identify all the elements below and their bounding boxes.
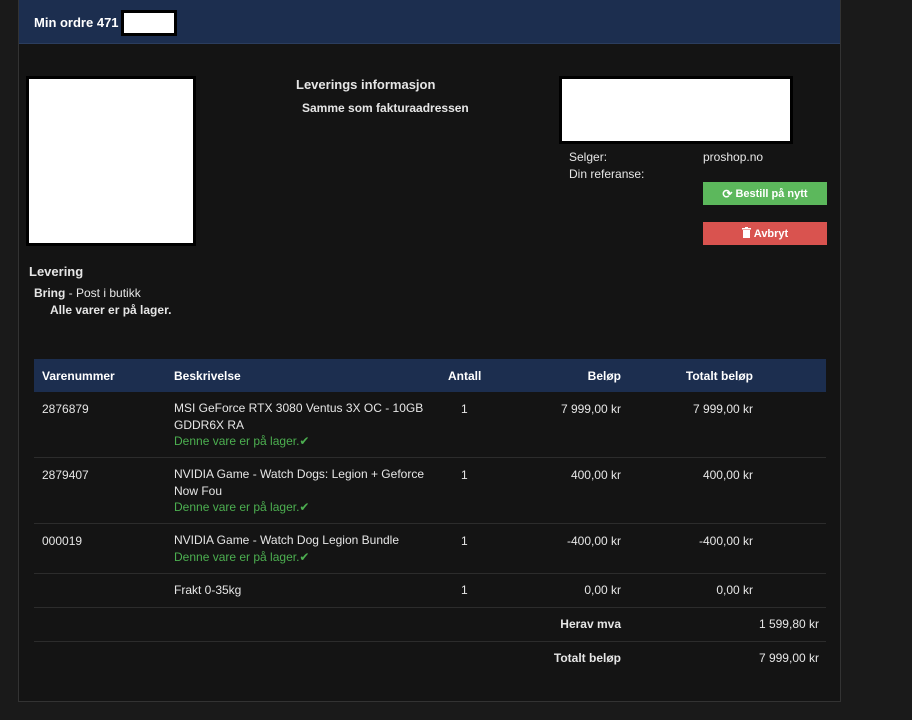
- delivery-info-value: Samme som fakturaadressen: [302, 101, 469, 115]
- table-row: Frakt 0-35kg 1 0,00 kr 0,00 kr: [34, 574, 826, 608]
- header-total: Totalt beløp: [685, 369, 753, 383]
- row-description: NVIDIA Game - Watch Dogs: Legion + Gefor…: [174, 467, 424, 498]
- row-description-block: NVIDIA Game - Watch Dogs: Legion + Gefor…: [174, 466, 434, 516]
- shipping-title: Levering: [29, 264, 84, 279]
- row-sku: 2876879: [42, 402, 89, 416]
- row-description-block: NVIDIA Game - Watch Dog Legion Bundle De…: [174, 532, 434, 565]
- reorder-label: Bestill på nytt: [735, 187, 808, 200]
- row-quantity: 1: [461, 402, 468, 416]
- vat-label: Herav mva: [560, 617, 621, 631]
- order-panel: Min ordre 471 Leverings informasjon Samm…: [18, 0, 841, 702]
- refresh-icon: ⟳: [722, 186, 733, 201]
- reference-label: Din referanse:: [569, 167, 645, 181]
- row-total: 7 999,00 kr: [692, 402, 753, 416]
- order-lines-table: Varenummer Beskrivelse Antall Beløp Tota…: [34, 359, 826, 675]
- grand-total-value: 7 999,00 kr: [758, 651, 819, 665]
- header-price: Beløp: [587, 369, 621, 383]
- row-sku: 2879407: [42, 468, 89, 482]
- redacted-billing-address: [26, 76, 196, 246]
- seller-label: Selger:: [569, 150, 608, 164]
- vat-value: 1 599,80 kr: [758, 617, 819, 631]
- row-description-block: Frakt 0-35kg: [174, 582, 434, 599]
- row-stock-text: Denne vare er på lager.: [174, 549, 300, 564]
- summary-vat-row: Herav mva 1 599,80 kr: [34, 608, 826, 642]
- order-title: Min ordre 471: [34, 15, 119, 30]
- row-price: 7 999,00 kr: [560, 402, 621, 416]
- row-quantity: 1: [461, 534, 468, 548]
- row-description: MSI GeForce RTX 3080 Ventus 3X OC - 10GB…: [174, 401, 424, 432]
- table-row: 2876879 MSI GeForce RTX 3080 Ventus 3X O…: [34, 392, 826, 458]
- row-description: NVIDIA Game - Watch Dog Legion Bundle: [174, 533, 399, 547]
- redacted-order-number: [121, 10, 177, 36]
- check-icon: ✔: [299, 549, 310, 564]
- table-header: Varenummer Beskrivelse Antall Beløp Tota…: [34, 359, 826, 392]
- grand-total-label: Totalt beløp: [553, 651, 621, 665]
- row-stock-text: Denne vare er på lager.: [174, 434, 300, 448]
- row-total: 400,00 kr: [702, 468, 753, 482]
- row-total: -400,00 kr: [698, 534, 753, 548]
- summary-total-row: Totalt beløp 7 999,00 kr: [34, 642, 826, 675]
- delivery-info-title: Leverings informasjon: [296, 77, 436, 92]
- check-icon: ✔: [299, 500, 310, 514]
- row-sku: 000019: [42, 534, 83, 548]
- shipping-carrier-name: Bring: [34, 286, 66, 300]
- row-description-block: MSI GeForce RTX 3080 Ventus 3X OC - 10GB…: [174, 400, 434, 450]
- row-price: 400,00 kr: [570, 468, 621, 482]
- cancel-label: Avbryt: [753, 227, 789, 240]
- row-stock-status: Denne vare er på lager.✔: [174, 499, 434, 516]
- row-stock-text: Denne vare er på lager.: [174, 500, 300, 514]
- shipping-method: - Post i butikk: [65, 286, 141, 300]
- table-row: 2879407 NVIDIA Game - Watch Dogs: Legion…: [34, 458, 826, 524]
- header-description: Beskrivelse: [174, 369, 241, 383]
- reorder-button[interactable]: ⟳ Bestill på nytt: [703, 182, 827, 205]
- shipping-stock-note: Alle varer er på lager.: [50, 303, 172, 317]
- row-quantity: 1: [461, 468, 468, 482]
- header-quantity: Antall: [448, 369, 482, 383]
- row-description: Frakt 0-35kg: [174, 583, 242, 597]
- row-stock-status: Denne vare er på lager.✔: [174, 433, 434, 450]
- header-sku: Varenummer: [42, 369, 115, 383]
- row-total: 0,00 kr: [716, 583, 753, 597]
- table-row: 000019 NVIDIA Game - Watch Dog Legion Bu…: [34, 524, 826, 574]
- row-price: 0,00 kr: [584, 583, 621, 597]
- row-price: -400,00 kr: [566, 534, 621, 548]
- order-header: Min ordre 471: [19, 0, 840, 44]
- redacted-order-meta: [559, 76, 793, 144]
- cancel-button[interactable]: Avbryt: [703, 222, 827, 245]
- seller-value: proshop.no: [703, 150, 764, 164]
- row-quantity: 1: [461, 583, 468, 597]
- check-icon: ✔: [299, 434, 310, 448]
- shipping-carrier: Bring - Post i butikk: [34, 286, 141, 300]
- trash-icon: [741, 226, 751, 241]
- row-stock-status: Denne vare er på lager.✔: [174, 549, 434, 566]
